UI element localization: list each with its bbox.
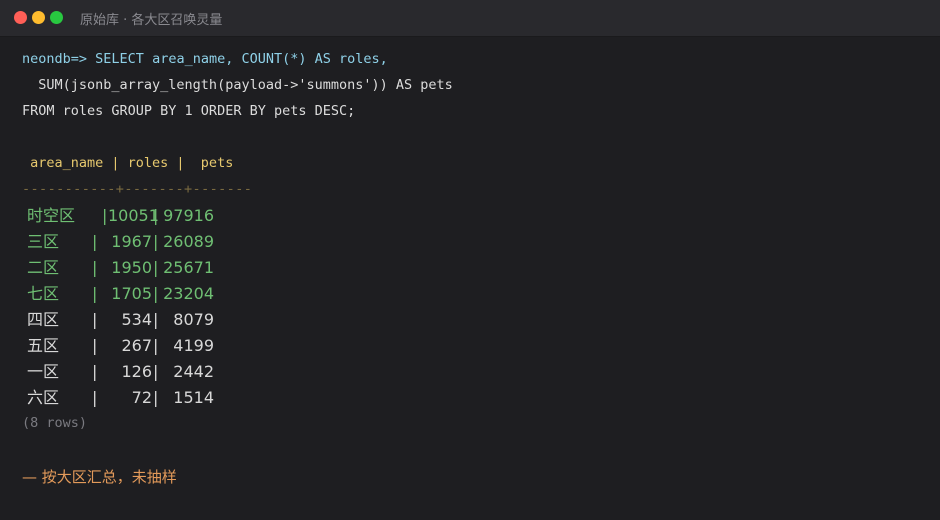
cell-area-name: 二区 <box>27 258 60 277</box>
column-divider: | <box>153 310 159 329</box>
query-line-3: FROM roles GROUP BY 1 ORDER BY pets DESC… <box>22 103 356 119</box>
close-button[interactable] <box>14 11 27 24</box>
cell-roles: 1950 <box>111 258 152 277</box>
column-divider: | <box>153 258 159 277</box>
column-divider: | <box>92 388 98 407</box>
cell-area-name: 三区 <box>27 232 60 251</box>
cell-pets: 1514 <box>173 388 214 407</box>
column-divider: | <box>153 388 159 407</box>
column-divider: | <box>92 310 98 329</box>
table-header: area_name | roles | pets <box>22 155 234 171</box>
cell-pets: 8079 <box>173 310 214 329</box>
table-separator: -----------+-------+------- <box>22 181 253 197</box>
cell-pets: 97916 <box>163 206 214 225</box>
cell-roles: 1967 <box>111 232 152 251</box>
cell-roles: 1705 <box>111 284 152 303</box>
cell-area-name: 六区 <box>27 388 60 407</box>
cell-area-name: 时空区 <box>27 206 76 225</box>
column-divider: | <box>102 206 108 225</box>
column-divider: | <box>92 362 98 381</box>
cell-pets: 26089 <box>163 232 214 251</box>
column-divider: | <box>153 362 159 381</box>
cell-area-name: 七区 <box>27 284 60 303</box>
column-divider: | <box>153 232 159 251</box>
cell-pets: 4199 <box>173 336 214 355</box>
cell-area-name: 四区 <box>27 310 60 329</box>
terminal-output[interactable]: neondb=> SELECT area_name, COUNT(*) AS r… <box>22 48 918 510</box>
column-divider: | <box>153 284 159 303</box>
cell-roles: 267 <box>121 336 152 355</box>
maximize-button[interactable] <box>50 11 63 24</box>
cell-area-name: 五区 <box>27 336 60 355</box>
query-line-2: SUM(jsonb_array_length(payload->'summons… <box>22 77 453 93</box>
minimize-button[interactable] <box>32 11 45 24</box>
column-divider: | <box>92 336 98 355</box>
query-line-1: neondb=> SELECT area_name, COUNT(*) AS r… <box>22 48 388 70</box>
cell-roles: 10051 <box>108 206 159 225</box>
column-divider: | <box>92 232 98 251</box>
window-title: 原始库 · 各大区召唤灵量 <box>80 13 223 28</box>
query-text-1: SELECT area_name, COUNT(*) AS roles, <box>95 51 388 67</box>
cell-roles: 126 <box>121 362 152 381</box>
row-count: (8 rows) <box>22 415 88 431</box>
column-divider: | <box>153 336 159 355</box>
comment-line: — 按大区汇总，未抽样 <box>22 468 177 486</box>
column-divider: | <box>92 284 98 303</box>
column-divider: | <box>92 258 98 277</box>
cell-pets: 25671 <box>163 258 214 277</box>
cell-area-name: 一区 <box>27 362 60 381</box>
column-divider: | <box>153 206 159 225</box>
terminal-window: 原始库 · 各大区召唤灵量 neondb=> SELECT area_name,… <box>0 0 940 520</box>
prompt: neondb=> <box>22 51 88 67</box>
cell-roles: 72 <box>131 388 152 407</box>
cell-roles: 534 <box>121 310 152 329</box>
cell-pets: 23204 <box>163 284 214 303</box>
title-bar: 原始库 · 各大区召唤灵量 <box>0 0 940 37</box>
cell-pets: 2442 <box>173 362 214 381</box>
